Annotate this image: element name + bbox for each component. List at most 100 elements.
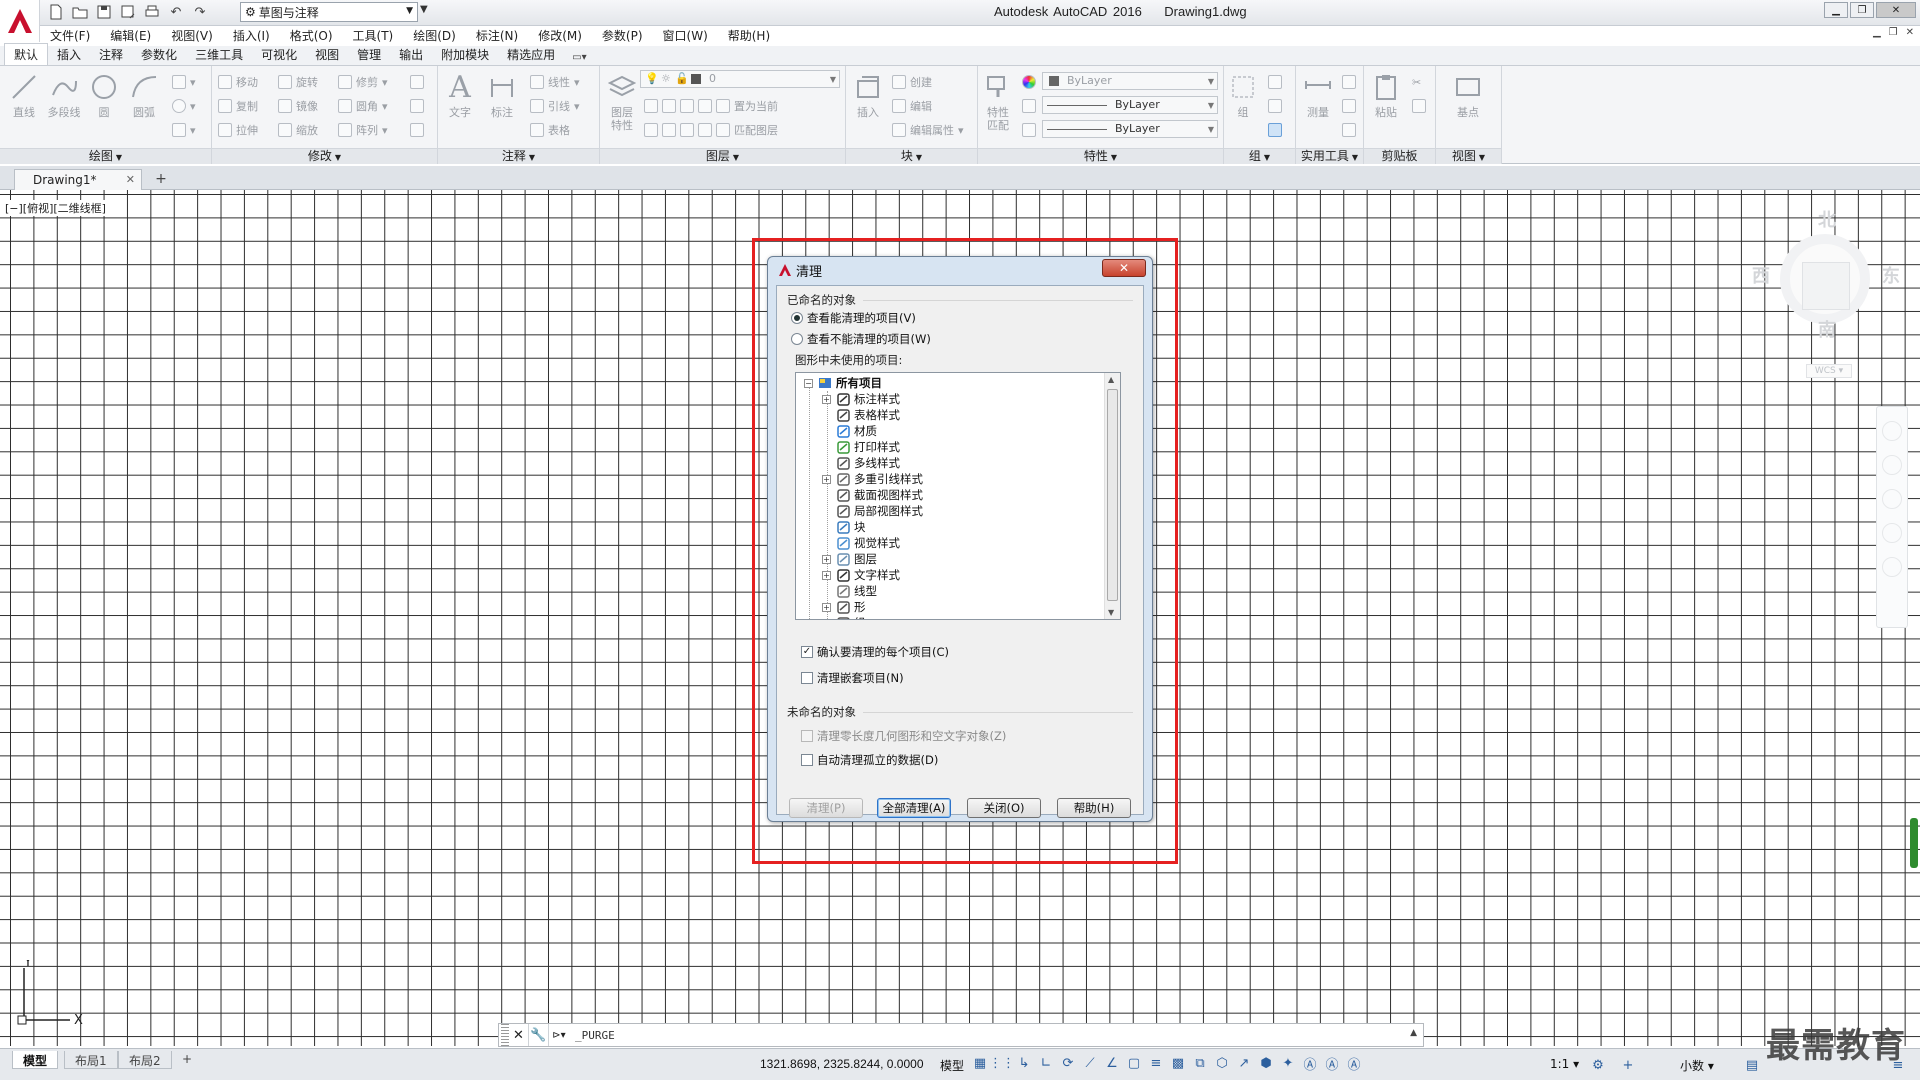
menu-view[interactable]: 视图(V) [161, 27, 223, 44]
panel-title-clipboard[interactable]: 剪贴板 [1364, 148, 1435, 164]
unused-items-tree[interactable]: − 所有项目 + 标注样式 表格样式 材质 打印样式 多线样式 + 多重引线样式 截面视图样式局… [795, 372, 1121, 620]
menu-format[interactable]: 格式(O) [280, 27, 343, 44]
expand-icon[interactable]: + [822, 570, 831, 580]
steering-wheel-icon[interactable] [1882, 421, 1902, 441]
calculator-icon[interactable] [1342, 120, 1356, 140]
tree-item[interactable]: 线型 [796, 583, 1106, 599]
tab-home[interactable]: 默认 [4, 43, 49, 65]
dimension-button[interactable]: 标注 [482, 70, 522, 140]
layer-tools-row-1[interactable]: 置为当前 [644, 96, 778, 116]
quick-select-icon[interactable] [1342, 72, 1356, 92]
zero-length-checkbox[interactable]: 清理零长度几何图形和空文字对象(Z) [801, 728, 1006, 744]
lineweight-select[interactable]: ByLayer ▼ [1042, 120, 1218, 138]
panel-title-properties[interactable]: 特性 ▼ [978, 148, 1223, 164]
layout-tab-2[interactable]: 布局2 [118, 1051, 172, 1069]
panel-title-annotation[interactable]: 注释 ▼ [438, 148, 599, 164]
layer-properties-button[interactable]: 图层 特性 [602, 70, 642, 140]
offset-icon[interactable] [410, 120, 424, 140]
scroll-thumb[interactable] [1107, 389, 1118, 601]
tree-item[interactable]: 打印样式 [796, 439, 1106, 455]
group-selection-icon[interactable] [1268, 120, 1282, 140]
panel-title-view[interactable]: 视图 ▼ [1436, 148, 1501, 164]
annotation-scale-icon[interactable]: Ⓐ [1346, 1055, 1362, 1073]
command-line-grip[interactable] [501, 1024, 509, 1046]
customize-wrench-icon[interactable]: 🔧 [529, 1024, 549, 1046]
scroll-up-icon[interactable]: ▲ [1108, 375, 1114, 384]
showmotion-icon[interactable] [1882, 557, 1902, 577]
expand-icon[interactable]: + [822, 474, 831, 484]
isodraft-icon[interactable]: ⟋ [1082, 1055, 1098, 1071]
purge-nested-checkbox[interactable]: 清理嵌套项目(N) [801, 670, 904, 686]
auto-scale-icon[interactable]: Ⓐ [1324, 1055, 1340, 1073]
wcs-menu[interactable]: WCS ▾ [1806, 364, 1852, 378]
match-properties-button[interactable]: 特性 匹配 [978, 70, 1018, 140]
tree-item[interactable]: + 文字样式 [796, 567, 1106, 583]
panel-title-draw[interactable]: 绘图 ▼ [0, 148, 211, 164]
layout-tab-model[interactable]: 模型 [12, 1051, 59, 1069]
base-view-button[interactable]: 基点 [1448, 70, 1488, 140]
gizmo-icon[interactable]: ✦ [1280, 1055, 1296, 1071]
array-button[interactable]: 阵列 ▾ [338, 120, 388, 140]
layer-tools-row-2[interactable]: 匹配图层 [644, 120, 778, 140]
add-layout-icon[interactable]: + [172, 1051, 202, 1069]
close-cmdline-icon[interactable]: ✕ [509, 1024, 529, 1046]
dynamic-input-icon[interactable]: ↳ [1016, 1055, 1032, 1071]
close-window-button[interactable]: ✕ [1876, 2, 1916, 18]
text-button[interactable]: A 文字 [440, 70, 480, 140]
measure-button[interactable]: 测量 [1298, 70, 1338, 140]
rectangle-icon[interactable]: ▾ [172, 72, 196, 92]
tab-3d-tools[interactable]: 三维工具 [186, 44, 252, 65]
selection-cycling-icon[interactable]: ⧉ [1192, 1055, 1208, 1071]
linetype-select[interactable]: ByLayer ▼ [1042, 96, 1218, 114]
tab-view[interactable]: 视图 [306, 44, 348, 65]
new-tab-icon[interactable]: + [152, 172, 170, 188]
cursor-coordinates[interactable]: 1321.8698, 2325.8244, 0.0000 [760, 1057, 924, 1071]
menu-draw[interactable]: 绘图(D) [403, 27, 466, 44]
panel-title-utilities[interactable]: 实用工具 ▼ [1296, 148, 1363, 164]
panel-title-block[interactable]: 块 ▼ [846, 148, 977, 164]
save-as-icon[interactable] [118, 2, 138, 22]
mirror-button[interactable]: 镜像 [278, 96, 318, 116]
viewcube-top-face[interactable] [1802, 262, 1850, 310]
dynamic-ucs-icon[interactable]: ↗ [1236, 1055, 1252, 1071]
tab-addins[interactable]: 附加模块 [432, 44, 498, 65]
panel-title-layers[interactable]: 图层 ▼ [600, 148, 845, 164]
ortho-icon[interactable]: ∟ [1038, 1055, 1054, 1071]
create-block-button[interactable]: 创建 [892, 72, 932, 92]
quick-properties-icon[interactable]: ▤ [1744, 1057, 1760, 1073]
stretch-button[interactable]: 拉伸 [218, 120, 258, 140]
panel-title-groups[interactable]: 组 ▼ [1224, 148, 1295, 164]
lineweight-icon[interactable] [1022, 120, 1036, 140]
tree-item[interactable]: 表格样式 [796, 407, 1106, 423]
annotation-scale-value[interactable]: 1:1 ▾ [1550, 1057, 1579, 1071]
menu-window[interactable]: 窗口(W) [653, 27, 718, 44]
erase-icon[interactable] [410, 72, 424, 92]
insert-block-button[interactable]: 插入 [848, 70, 888, 140]
compass-south[interactable]: 南 [1818, 316, 1836, 342]
3d-osnap-icon[interactable]: ⬡ [1214, 1055, 1230, 1071]
table-button[interactable]: 表格 [530, 120, 570, 140]
close-tab-icon[interactable]: ✕ [126, 173, 135, 186]
scale-button[interactable]: 缩放 [278, 120, 318, 140]
tree-item[interactable]: 视觉样式 [796, 535, 1106, 551]
paste-button[interactable]: 粘贴 [1366, 70, 1406, 140]
command-history-icon[interactable]: ▲ [1410, 1028, 1417, 1038]
maximize-button[interactable]: ❐ [1850, 2, 1874, 18]
radio-can-purge[interactable]: 查看能清理的项目(V) [791, 310, 916, 326]
linear-dim-button[interactable]: 线性 ▾ [530, 72, 580, 92]
circle-button[interactable]: 圆 [84, 70, 124, 140]
units-value[interactable]: 小数 ▾ [1680, 1057, 1714, 1074]
tree-item-root[interactable]: − 所有项目 [796, 375, 1106, 391]
new-file-icon[interactable] [46, 2, 66, 22]
ellipse-icon[interactable]: ▾ [172, 96, 196, 116]
copy-button[interactable]: 复制 [218, 96, 258, 116]
expand-icon[interactable]: + [822, 394, 831, 404]
tree-item[interactable]: 多线样式 [796, 455, 1106, 471]
layout-tab-1[interactable]: 布局1 [64, 1051, 118, 1069]
undo-icon[interactable]: ↶ [166, 2, 186, 22]
tab-insert[interactable]: 插入 [48, 44, 90, 65]
dialog-titlebar[interactable]: 清理 [768, 257, 1152, 283]
menu-file[interactable]: 文件(F) [40, 27, 100, 44]
annotation-monitor-icon[interactable]: + [1620, 1057, 1636, 1073]
compass-west[interactable]: 西 [1752, 262, 1770, 288]
